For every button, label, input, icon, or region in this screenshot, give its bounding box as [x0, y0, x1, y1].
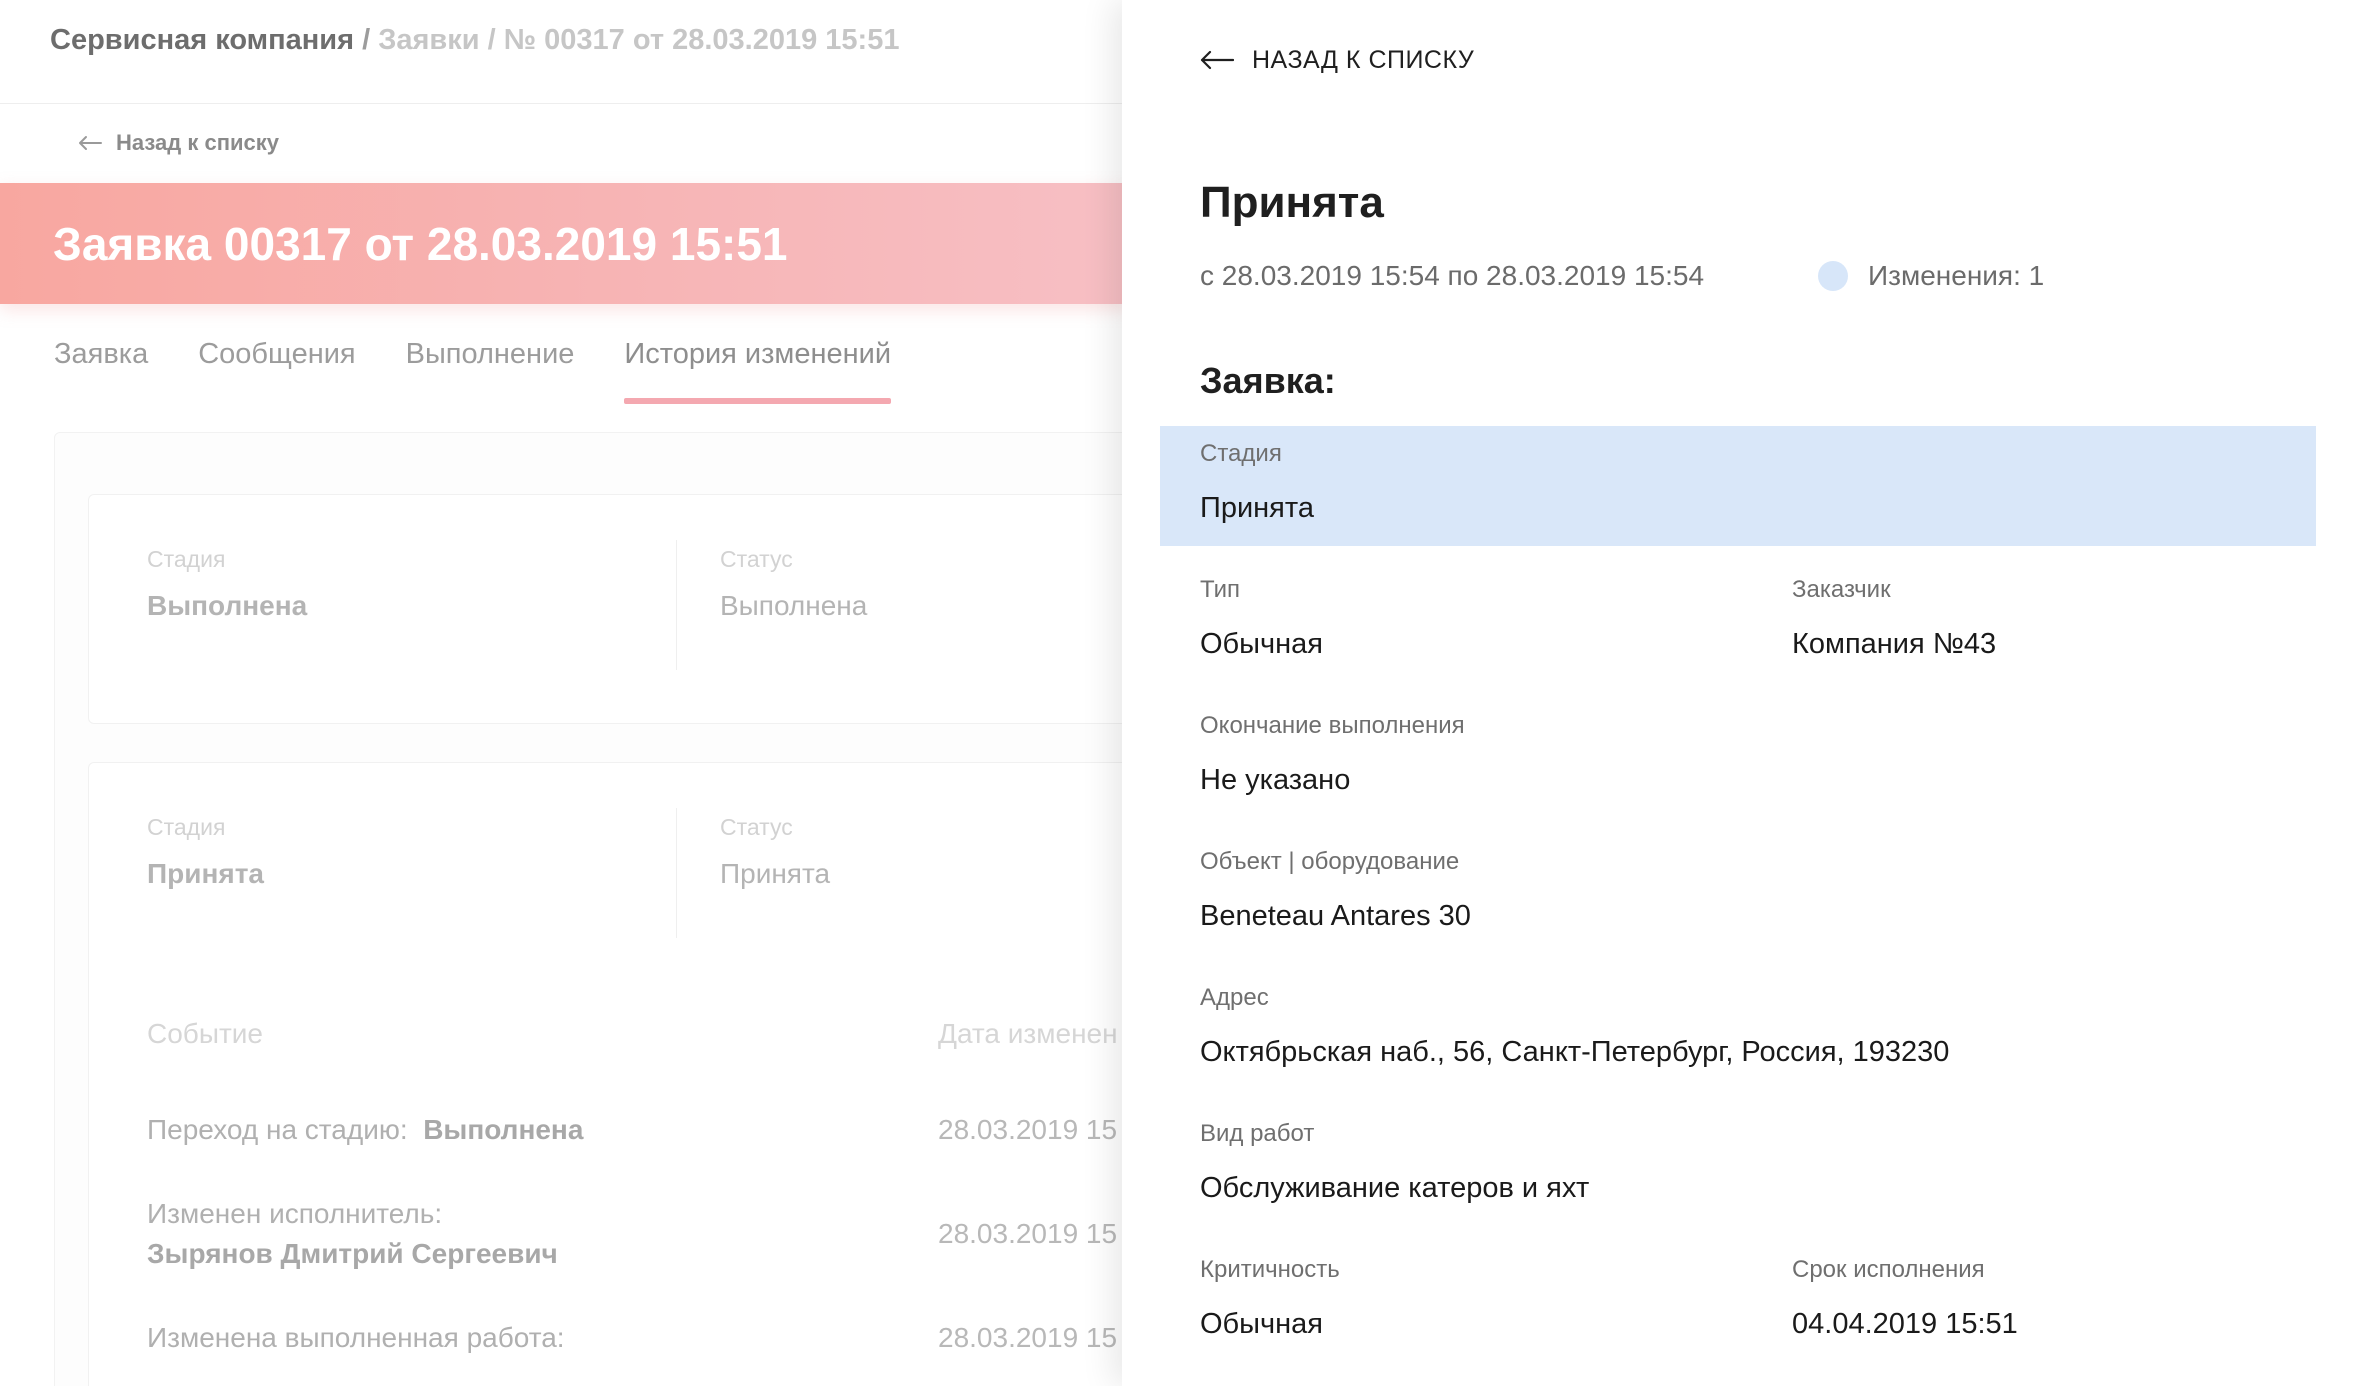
arrow-left-icon [79, 136, 102, 150]
page-title: Заявка 00317 от 28.03.2019 15:51 [53, 218, 788, 270]
field-label-criticality: Критичность [1200, 1256, 1340, 1283]
app-root: Сервисная компания / Заявки / № 00317 от… [0, 0, 2354, 1386]
events-column-date: Дата изменен [938, 1018, 1118, 1049]
tab-bar: Заявка Сообщения Выполнение История изме… [54, 338, 891, 404]
header-divider [0, 103, 1130, 104]
field-value-address: Октябрьская наб., 56, Санкт-Петербург, Р… [1200, 1036, 1950, 1068]
field-value-work-type: Обслуживание катеров и яхт [1200, 1172, 1590, 1204]
field-value-deadline: 04.04.2019 15:51 [1792, 1308, 2018, 1340]
status-label: Статус [720, 814, 793, 840]
stage-label: Стадия [147, 814, 226, 840]
card-divider [676, 808, 677, 938]
breadcrumb-separator: / [479, 24, 504, 56]
changes-label: Изменения: 1 [1868, 260, 2045, 291]
status-label: Статус [720, 546, 793, 572]
event-text: Изменена выполненная работа: [147, 1322, 565, 1353]
drawer-title: Принята [1200, 178, 1384, 227]
breadcrumb-section[interactable]: Заявки [378, 24, 479, 56]
field-label-customer: Заказчик [1792, 576, 1891, 603]
field-value-stage: Принята [1200, 492, 1314, 524]
changes-dot-icon [1818, 261, 1848, 291]
tab-request[interactable]: Заявка [54, 338, 148, 404]
stage-value: Принята [147, 858, 264, 889]
arrow-left-icon [1200, 50, 1234, 70]
events-column-event: Событие [147, 1018, 263, 1049]
field-label-deadline: Срок исполнения [1792, 1256, 1985, 1283]
card-divider [676, 540, 677, 670]
field-label-object: Объект | оборудование [1200, 848, 1460, 875]
request-banner: Заявка 00317 от 28.03.2019 15:51 [0, 183, 1130, 304]
field-label-work-type: Вид работ [1200, 1120, 1315, 1147]
event-text: Переход на стадию: [147, 1114, 408, 1145]
event-date: 28.03.2019 15 [938, 1322, 1118, 1353]
history-detail-drawer: НАЗАД К СПИСКУ Принята с 28.03.2019 15:5… [1122, 0, 2354, 1386]
tab-history[interactable]: История изменений [624, 338, 891, 404]
history-card [88, 762, 1188, 1386]
field-value-customer: Компания №43 [1792, 628, 1997, 660]
field-value-object: Beneteau Antares 30 [1200, 900, 1471, 932]
drawer-period: с 28.03.2019 15:54 по 28.03.2019 15:54 [1200, 260, 1705, 291]
status-value: Принята [720, 858, 831, 889]
tab-messages[interactable]: Сообщения [198, 338, 355, 404]
field-value-end: Не указано [1200, 764, 1351, 796]
field-label-end: Окончание выполнения [1200, 712, 1465, 739]
event-bold-value: Зырянов Дмитрий Сергеевич [147, 1238, 558, 1269]
breadcrumb: Сервисная компания / Заявки / № 00317 от… [50, 24, 899, 60]
changed-field-highlight [1160, 426, 2316, 546]
changes-indicator: Изменения: 1 [1818, 260, 2044, 292]
field-label-address: Адрес [1200, 984, 1269, 1011]
event-date: 28.03.2019 15 [938, 1218, 1118, 1249]
section-title: Заявка: [1200, 360, 1336, 401]
field-value-criticality: Обычная [1200, 1308, 1323, 1340]
event-date: 28.03.2019 15 [938, 1114, 1118, 1145]
tab-execution[interactable]: Выполнение [406, 338, 575, 404]
back-to-list-link[interactable]: Назад к списку [78, 128, 279, 158]
field-label-type: Тип [1200, 576, 1241, 603]
stage-value: Выполнена [147, 590, 308, 621]
breadcrumb-separator: / [354, 24, 379, 56]
field-label-stage: Стадия [1200, 440, 1282, 467]
back-to-list-label: НАЗАД К СПИСКУ [1252, 45, 1475, 74]
event-bold: Выполнена [423, 1114, 584, 1145]
event-row-text: Переход на стадию: Выполнена [147, 1114, 583, 1146]
back-to-list-button[interactable]: НАЗАД К СПИСКУ [1200, 42, 1474, 78]
stage-label: Стадия [147, 546, 226, 572]
event-text: Изменен исполнитель: [147, 1198, 443, 1229]
breadcrumb-root[interactable]: Сервисная компания [50, 24, 354, 56]
event-bold: Зырянов Дмитрий Сергеевич [147, 1238, 558, 1270]
status-value: Выполнена [720, 590, 868, 621]
back-to-list-label: Назад к списку [116, 130, 280, 155]
field-value-type: Обычная [1200, 628, 1323, 660]
breadcrumb-current: № 00317 от 28.03.2019 15:51 [503, 24, 900, 56]
